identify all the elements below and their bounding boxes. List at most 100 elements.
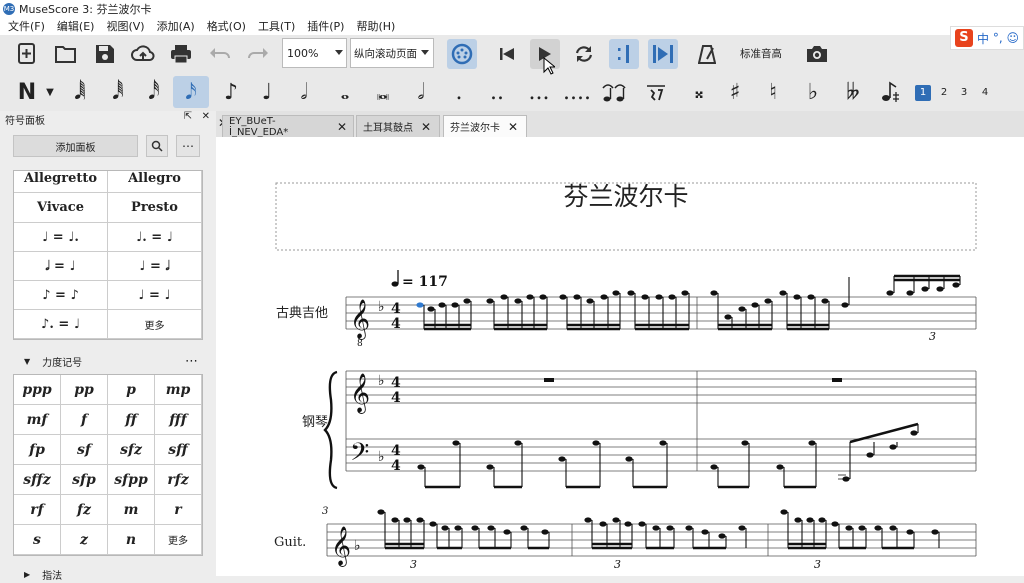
selected-note[interactable] xyxy=(416,302,424,308)
tuplet-number[interactable]: 3 xyxy=(614,558,621,571)
flip-direction-icon[interactable] xyxy=(878,76,904,108)
tuplet-number[interactable]: 3 xyxy=(410,558,417,571)
close-icon[interactable]: ✕ xyxy=(337,120,347,134)
duration-16th-button[interactable]: 𝅘𝅥𝅰 xyxy=(140,76,168,108)
metronome-icon[interactable] xyxy=(692,39,722,69)
fingering-section-header[interactable]: ▶ 指法 xyxy=(0,565,216,583)
new-score-icon[interactable] xyxy=(12,39,42,69)
rest-toggle-icon[interactable] xyxy=(642,76,670,108)
print-icon[interactable] xyxy=(166,39,196,69)
dynamic-s[interactable]: s xyxy=(14,525,61,555)
dynamic-m[interactable]: m xyxy=(108,495,155,525)
metric-modulation[interactable]: ♩. = ♩ xyxy=(108,223,202,252)
triple-dot-button[interactable]: ... xyxy=(524,76,554,108)
duration-half-button[interactable]: 𝅗𝅥 xyxy=(290,76,318,108)
zoom-select[interactable]: 100% xyxy=(282,38,347,68)
dynamic-n[interactable]: n xyxy=(108,525,155,555)
menu-help[interactable]: 帮助(H) xyxy=(350,18,401,34)
score-canvas[interactable]: 芬兰波尔卡 = 117 古典吉他 𝄞 ♭ 4 4 3 8 钢琴 𝄞 𝄢 ♭ ♭ … xyxy=(216,137,1024,576)
tempo-more-button[interactable]: 更多 xyxy=(108,310,202,339)
dynamic-ff[interactable]: ff xyxy=(108,405,155,435)
duration-quarter-button[interactable]: ♩ xyxy=(254,76,280,108)
dynamic-pp[interactable]: pp xyxy=(61,375,108,405)
voice-1-button[interactable]: 1 xyxy=(915,85,931,101)
dynamics-more-button[interactable]: 更多 xyxy=(155,525,202,555)
tie-icon[interactable] xyxy=(598,76,630,108)
note-input-mode-button[interactable]: N xyxy=(14,76,40,108)
tuplet-number[interactable]: 3 xyxy=(929,330,936,343)
concert-pitch-toggle[interactable]: 标准音高 xyxy=(740,46,782,61)
loop-out-icon[interactable] xyxy=(648,39,678,69)
dynamic-sfp[interactable]: sfp xyxy=(61,465,108,495)
voice-2-button[interactable]: 2 xyxy=(936,85,952,101)
dynamic-fp[interactable]: fp xyxy=(14,435,61,465)
redo-icon[interactable] xyxy=(243,39,273,69)
whole-rest[interactable] xyxy=(832,378,842,382)
close-icon[interactable]: ⇱ ✕ xyxy=(184,111,210,122)
sharp-button[interactable]: ♯ xyxy=(724,76,746,108)
view-mode-select[interactable]: 纵向滚动页面 xyxy=(350,38,434,68)
tab-score-active[interactable]: 芬兰波尔卡 ✕ xyxy=(443,115,527,137)
dynamic-ppp[interactable]: ppp xyxy=(14,375,61,405)
more-options-icon[interactable]: ⋯ xyxy=(176,135,200,157)
rewind-icon[interactable] xyxy=(492,39,522,69)
search-icon[interactable] xyxy=(146,135,168,157)
natural-button[interactable]: ♮ xyxy=(762,76,784,108)
dynamic-sfpp[interactable]: sfpp xyxy=(108,465,155,495)
tab-score[interactable]: 土耳其鼓点 ✕ xyxy=(356,115,440,137)
tempo-vivace[interactable]: Vivace xyxy=(14,193,108,223)
instrument-name[interactable]: 钢琴 xyxy=(302,415,328,430)
instrument-name[interactable]: Guit. xyxy=(274,535,306,550)
dot-button[interactable]: . xyxy=(448,76,470,108)
dynamic-rf[interactable]: rf xyxy=(14,495,61,525)
menu-edit[interactable]: 编辑(E) xyxy=(51,18,101,34)
tab-score[interactable]: EY_BUeT-İ_NEV_EDA* ✕ xyxy=(222,115,354,138)
dynamic-sffz[interactable]: sffz xyxy=(14,465,61,495)
double-dot-button[interactable]: .. xyxy=(484,76,510,108)
dynamic-p[interactable]: p xyxy=(108,375,155,405)
whole-rest[interactable] xyxy=(544,378,554,382)
duration-whole-button[interactable]: 𝅝 xyxy=(330,76,360,108)
note-group[interactable] xyxy=(416,290,690,331)
ime-indicator[interactable]: S 中 °, ☺ xyxy=(949,26,1024,50)
camera-icon[interactable] xyxy=(802,39,832,69)
duration-32nd-button[interactable]: 𝅘𝅥𝅱 xyxy=(104,76,132,108)
loop-in-icon[interactable] xyxy=(609,39,639,69)
dynamic-rfz[interactable]: rfz xyxy=(155,465,202,495)
close-icon[interactable]: ✕ xyxy=(421,120,431,134)
tempo-marking[interactable]: = 117 xyxy=(391,270,448,290)
tempo-allegro[interactable]: Allegro xyxy=(108,171,202,193)
duration-breve-button[interactable]: 𝅜 xyxy=(368,76,398,108)
metric-modulation[interactable]: ♩ = 𝅗𝅥 xyxy=(108,252,202,281)
add-palette-button[interactable]: 添加面板 xyxy=(13,135,138,157)
dynamic-fz[interactable]: fz xyxy=(61,495,108,525)
quad-dot-button[interactable]: .... xyxy=(562,76,592,108)
menu-add[interactable]: 添加(A) xyxy=(151,18,201,34)
metric-modulation[interactable]: ♪. = ♩ xyxy=(14,310,108,339)
duration-8th-alt-button[interactable]: ♪ xyxy=(218,76,244,108)
instrument-name[interactable]: 古典吉他 xyxy=(276,306,328,321)
note-group[interactable] xyxy=(417,422,919,489)
dynamic-sff[interactable]: sff xyxy=(155,435,202,465)
note-group[interactable] xyxy=(377,509,940,550)
dynamic-r[interactable]: r xyxy=(155,495,202,525)
close-icon[interactable]: ✕ xyxy=(508,120,518,134)
dynamic-sfz[interactable]: sfz xyxy=(108,435,155,465)
dynamic-z[interactable]: z xyxy=(61,525,108,555)
duration-8th-button[interactable]: 𝅘𝅥𝅯 xyxy=(173,76,209,108)
chevron-down-icon[interactable]: ▼ xyxy=(42,76,58,108)
undo-icon[interactable] xyxy=(205,39,235,69)
metric-modulation[interactable]: ♩ = ♩. xyxy=(14,223,108,252)
double-sharp-button[interactable]: 𝄪 xyxy=(688,76,710,108)
dynamics-section-header[interactable]: ▼ 力度记号 ⋯ xyxy=(0,352,216,370)
more-options-icon[interactable]: ⋯ xyxy=(185,354,198,369)
menu-view[interactable]: 视图(V) xyxy=(100,18,150,34)
dynamic-mf[interactable]: mf xyxy=(14,405,61,435)
dynamic-sf[interactable]: sf xyxy=(61,435,108,465)
menu-tools[interactable]: 工具(T) xyxy=(252,18,301,34)
menu-plugins[interactable]: 插件(P) xyxy=(301,18,350,34)
flat-button[interactable]: ♭ xyxy=(802,76,824,108)
voice-3-button[interactable]: 3 xyxy=(956,85,972,101)
score-title[interactable]: 芬兰波尔卡 xyxy=(563,182,688,211)
duration-64th-button[interactable]: 𝅘𝅥𝅲 xyxy=(66,76,94,108)
